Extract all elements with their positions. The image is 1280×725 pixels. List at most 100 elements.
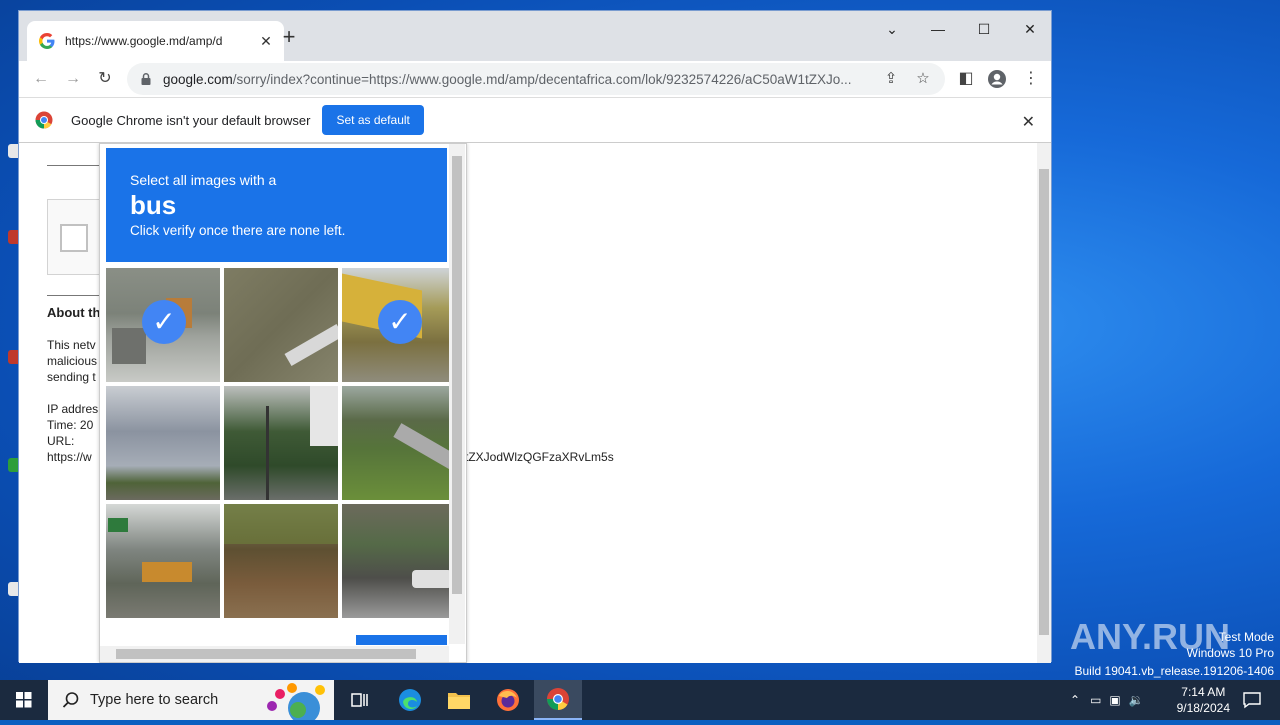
clock-date: 9/18/2024 (1176, 701, 1230, 715)
selected-check-icon: ✓ (378, 300, 422, 344)
volume-icon[interactable]: 🔉 (1129, 693, 1144, 707)
paragraph-line: sending t (47, 370, 96, 384)
taskbar-clock[interactable]: 7:14 AM 9/18/2024 (1177, 684, 1230, 716)
search-highlight-icon (267, 683, 325, 720)
toolbar: ← → ↻ google.com/sorry/index?continue=ht… (19, 61, 1051, 97)
url-text: google.com/sorry/index?continue=https://… (163, 72, 869, 87)
desktop-icon[interactable] (0, 346, 22, 376)
task-view-icon (351, 693, 368, 707)
url-tail-text: tZXJodWlzQGFzaXRvLm5s (465, 450, 614, 464)
task-view-button[interactable] (336, 680, 384, 720)
verify-button[interactable] (356, 635, 447, 645)
ip-label: IP addres (47, 402, 99, 416)
taskbar: Type here to search ⌃ ▭ ▣ 🔉 7:14 AM 9/18… (0, 680, 1280, 720)
share-icon[interactable]: ⇪ (881, 69, 901, 89)
close-window-button[interactable]: ✕ (1007, 15, 1053, 43)
captcha-horizontal-scrollbar[interactable] (100, 646, 449, 662)
new-tab-button[interactable]: + (277, 25, 301, 49)
infobar-message: Google Chrome isn't your default browser (71, 112, 311, 128)
url-domain: google.com (163, 71, 233, 87)
search-placeholder: Type here to search (90, 692, 219, 708)
address-bar[interactable]: google.com/sorry/index?continue=https://… (127, 63, 945, 95)
profile-icon[interactable] (985, 67, 1009, 91)
captcha-tile[interactable] (106, 386, 220, 500)
edge-icon (399, 689, 421, 711)
taskbar-chrome[interactable] (534, 680, 582, 720)
taskbar-firefox[interactable] (484, 680, 532, 720)
start-button[interactable] (0, 680, 48, 720)
network-icon[interactable]: ▣ (1109, 693, 1120, 707)
captcha-instruction: Select all images with a (130, 172, 277, 188)
captcha-tile[interactable] (224, 268, 338, 382)
desktop-icon[interactable] (0, 454, 22, 484)
notification-center-button[interactable] (1228, 680, 1276, 720)
taskbar-edge[interactable] (386, 680, 434, 720)
watermark-line: Windows 10 Pro (1186, 646, 1274, 660)
chrome-window: https://www.google.md/amp/d ✕ + ⌄ — ☐ ✕ … (18, 10, 1052, 663)
notification-icon (1243, 692, 1261, 709)
divider (47, 295, 99, 296)
captcha-tile[interactable] (224, 504, 338, 618)
minimize-button[interactable]: — (915, 15, 961, 43)
divider (47, 165, 99, 166)
taskbar-search[interactable]: Type here to search (48, 680, 334, 720)
reload-button[interactable]: ↻ (93, 67, 117, 91)
back-button[interactable]: ← (29, 67, 53, 91)
request-info: IP addres Time: 20 URL: https://w (47, 401, 98, 465)
system-tray: ⌃ ▭ ▣ 🔉 (1070, 680, 1144, 720)
chrome-logo-icon (35, 111, 53, 129)
google-favicon-icon (39, 33, 55, 49)
captcha-tile[interactable] (342, 504, 456, 618)
battery-icon[interactable]: ▭ (1090, 693, 1101, 707)
lock-icon (141, 73, 151, 85)
paragraph-line: This netv (47, 338, 96, 352)
desktop-icon[interactable] (0, 226, 22, 256)
captcha-target: bus (130, 190, 177, 220)
taskbar-file-explorer[interactable] (435, 680, 483, 720)
default-browser-infobar: Google Chrome isn't your default browser… (19, 97, 1051, 143)
maximize-button[interactable]: ☐ (961, 15, 1007, 43)
captcha-header: Select all images with a bus Click verif… (106, 148, 447, 262)
firefox-icon (497, 689, 519, 711)
page-scrollbar[interactable] (1037, 143, 1051, 663)
captcha-tile[interactable] (106, 504, 220, 618)
tab-strip: https://www.google.md/amp/d ✕ + ⌄ — ☐ ✕ (19, 11, 1051, 61)
show-hidden-icons-icon[interactable]: ⌃ (1070, 693, 1080, 707)
browser-tab[interactable]: https://www.google.md/amp/d ✕ (27, 21, 284, 61)
desktop-icon[interactable] (0, 578, 22, 608)
recaptcha-box (47, 199, 107, 275)
captcha-scrollbar[interactable] (449, 144, 465, 644)
desktop-icon[interactable] (0, 140, 22, 170)
selected-check-icon: ✓ (142, 300, 186, 344)
page-paragraph: This netv malicious sending t (47, 337, 97, 385)
chrome-icon (547, 688, 569, 710)
tab-title: https://www.google.md/amp/d (65, 34, 223, 48)
url-label: URL: (47, 434, 75, 448)
time-label: Time: 20 (47, 418, 94, 432)
captcha-hint: Click verify once there are none left. (130, 223, 346, 238)
menu-kebab-icon[interactable]: ⋮ (1019, 67, 1043, 91)
page-content: About th This netv malicious sending t I… (19, 143, 1051, 663)
bookmark-star-icon[interactable]: ☆ (913, 69, 933, 89)
captcha-tile[interactable]: ✓ (342, 268, 456, 382)
set-as-default-button[interactable]: Set as default (322, 105, 424, 135)
captcha-tile[interactable] (224, 386, 338, 500)
clock-time: 7:14 AM (1181, 685, 1226, 699)
search-icon (62, 692, 79, 708)
forward-button[interactable]: → (61, 67, 85, 91)
url-path: /sorry/index?continue=https://www.google… (232, 71, 852, 87)
watermark-line: Test Mode (1218, 630, 1274, 644)
recaptcha-checkbox[interactable] (60, 224, 88, 252)
tab-close-icon[interactable]: ✕ (258, 33, 274, 49)
captcha-tile[interactable] (342, 386, 456, 500)
folder-icon (448, 693, 470, 709)
side-panel-icon[interactable]: ◧ (954, 67, 978, 91)
infobar-close-icon[interactable]: ✕ (1022, 112, 1035, 132)
paragraph-line: malicious (47, 354, 98, 368)
tab-search-icon[interactable]: ⌄ (869, 15, 915, 43)
windows-logo-icon (16, 692, 32, 708)
about-heading: About th (47, 305, 101, 320)
watermark-line: Build 19041.vb_release.191206-1406 (1074, 664, 1275, 678)
captcha-challenge: Select all images with a bus Click verif… (99, 143, 467, 663)
captcha-tile[interactable]: ✓ (106, 268, 220, 382)
